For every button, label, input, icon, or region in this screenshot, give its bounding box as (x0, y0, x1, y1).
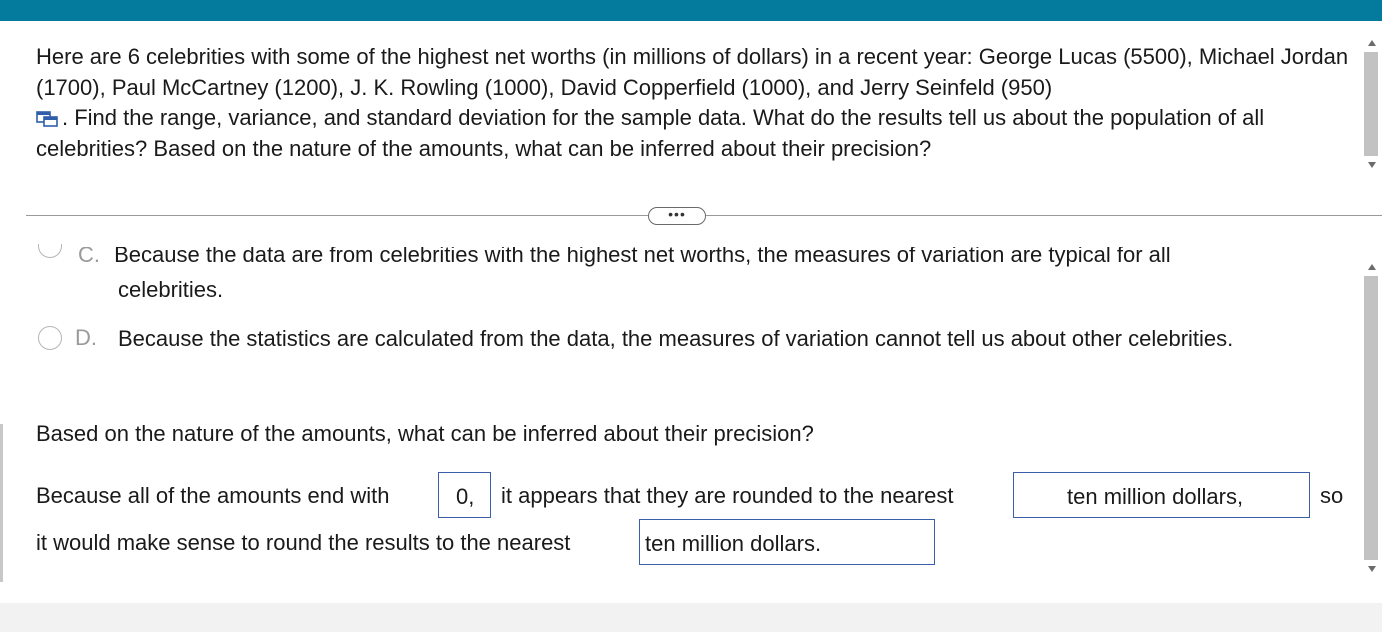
answer-box-rounding-unit[interactable]: ten million dollars, (1013, 472, 1310, 518)
option-c-letter: C. (78, 247, 100, 267)
expand-more-button[interactable]: ••• (648, 207, 706, 225)
question-text-part1: Here are 6 celebrities with some of the … (36, 44, 1349, 100)
answer-text-part4: it would make sense to round the results… (36, 530, 571, 555)
answer-text-part1: Because all of the amounts end with (36, 483, 390, 508)
option-d-radio[interactable] (38, 326, 62, 350)
question-text: Here are 6 celebrities with some of the … (36, 42, 1356, 164)
option-c-line1: Because the data are from celebrities wi… (114, 247, 1171, 267)
precision-question: Based on the nature of the amounts, what… (36, 421, 814, 446)
answers-scroll-up-arrow[interactable] (1368, 264, 1376, 270)
question-scroll-down-arrow[interactable] (1368, 162, 1376, 168)
option-d-text[interactable]: Because the statistics are calculated fr… (118, 324, 1268, 354)
answer-text-part2: it appears that they are rounded to the … (501, 483, 954, 508)
option-c-text[interactable]: celebrities. (118, 276, 223, 304)
answer-text-part3: so (1320, 483, 1344, 508)
answer-box-result-rounding[interactable]: ten million dollars. (639, 519, 935, 565)
answers-scroll-down-arrow[interactable] (1368, 566, 1376, 572)
option-c-clipped-line: C. Because the data are from celebrities… (36, 247, 1336, 269)
answers-scrollbar-thumb[interactable] (1364, 276, 1378, 560)
data-table-icon[interactable] (36, 105, 58, 127)
top-banner (0, 0, 1382, 21)
question-text-part2: . Find the range, variance, and standard… (36, 105, 1265, 161)
option-d-letter: D. (75, 325, 97, 350)
bottom-bar (0, 603, 1382, 632)
question-scrollbar-thumb[interactable] (1364, 52, 1378, 156)
left-edge-divider (0, 424, 3, 582)
question-scroll-up-arrow[interactable] (1368, 40, 1376, 46)
answer-box-last-digit[interactable]: 0, (438, 472, 491, 518)
